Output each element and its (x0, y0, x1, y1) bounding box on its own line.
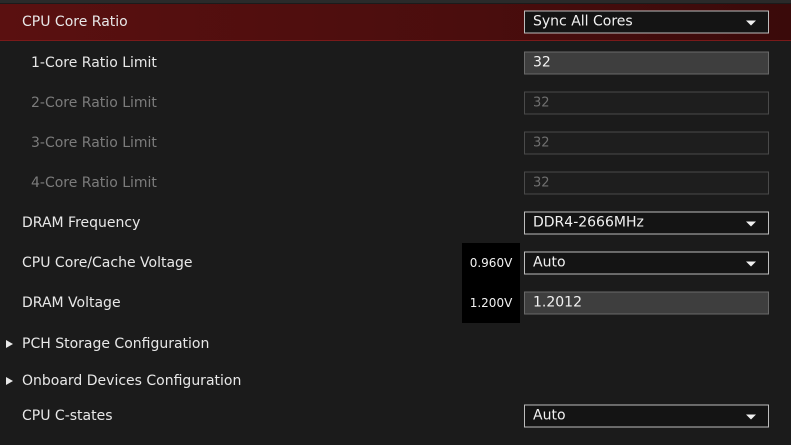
setting-row-3-core-ratio-limit: 3-Core Ratio Limit 32 (0, 125, 791, 161)
setting-row-cpu-core-cache-voltage[interactable]: CPU Core/Cache Voltage 0.960V Auto (0, 243, 791, 283)
setting-row-dram-voltage[interactable]: DRAM Voltage 1.200V 1.2012 (0, 283, 791, 323)
input-value: 32 (533, 54, 551, 71)
submenu-arrow-icon (6, 377, 13, 385)
setting-label: 1-Core Ratio Limit (31, 55, 157, 71)
setting-label: 2-Core Ratio Limit (31, 95, 157, 111)
input-value: 32 (533, 135, 550, 151)
cpu-core-ratio-dropdown[interactable]: Sync All Cores (524, 10, 769, 34)
submenu-pch-storage-configuration[interactable]: PCH Storage Configuration (0, 326, 791, 362)
1-core-ratio-limit-input[interactable]: 32 (524, 51, 769, 75)
setting-label: CPU Core/Cache Voltage (22, 255, 193, 271)
submenu-label: PCH Storage Configuration (22, 336, 210, 352)
submenu-onboard-devices-configuration[interactable]: Onboard Devices Configuration (0, 363, 791, 399)
chevron-down-icon (746, 20, 756, 26)
setting-row-4-core-ratio-limit: 4-Core Ratio Limit 32 (0, 165, 791, 201)
setting-label: DRAM Voltage (22, 295, 121, 311)
bios-settings-screen: CPU Core Ratio Sync All Cores 1-Core Rat… (0, 0, 791, 445)
chevron-down-icon (746, 221, 756, 227)
dropdown-value: DDR4-2666MHz (533, 214, 644, 231)
setting-label: CPU Core Ratio (22, 14, 128, 30)
dropdown-value: Auto (533, 254, 566, 271)
setting-label: 4-Core Ratio Limit (31, 175, 157, 191)
top-divider (0, 0, 791, 3)
4-core-ratio-limit-input: 32 (524, 171, 769, 195)
setting-label: CPU C-states (22, 408, 113, 424)
setting-row-cpu-c-states[interactable]: CPU C-states Auto (0, 398, 791, 434)
2-core-ratio-limit-input: 32 (524, 91, 769, 115)
input-value: 1.2012 (533, 294, 582, 311)
dropdown-value: Sync All Cores (533, 13, 633, 30)
cpu-core-cache-voltage-dropdown[interactable]: Auto (524, 251, 769, 275)
setting-row-1-core-ratio-limit[interactable]: 1-Core Ratio Limit 32 (0, 45, 791, 81)
setting-label: DRAM Frequency (22, 215, 141, 231)
setting-row-2-core-ratio-limit: 2-Core Ratio Limit 32 (0, 85, 791, 121)
setting-row-dram-frequency[interactable]: DRAM Frequency DDR4-2666MHz (0, 205, 791, 241)
submenu-label: Onboard Devices Configuration (22, 373, 242, 389)
voltage-readout: 0.960V (462, 243, 520, 283)
input-value: 32 (533, 175, 550, 191)
chevron-down-icon (746, 261, 756, 267)
setting-label: 3-Core Ratio Limit (31, 135, 157, 151)
chevron-down-icon (746, 414, 756, 420)
dram-voltage-input[interactable]: 1.2012 (524, 291, 769, 315)
input-value: 32 (533, 95, 550, 111)
setting-row-cpu-core-ratio[interactable]: CPU Core Ratio Sync All Cores (0, 4, 791, 41)
3-core-ratio-limit-input: 32 (524, 131, 769, 155)
dropdown-value: Auto (533, 407, 566, 424)
submenu-arrow-icon (6, 340, 13, 348)
dram-frequency-dropdown[interactable]: DDR4-2666MHz (524, 211, 769, 235)
cpu-c-states-dropdown[interactable]: Auto (524, 404, 769, 428)
voltage-readout: 1.200V (462, 283, 520, 323)
